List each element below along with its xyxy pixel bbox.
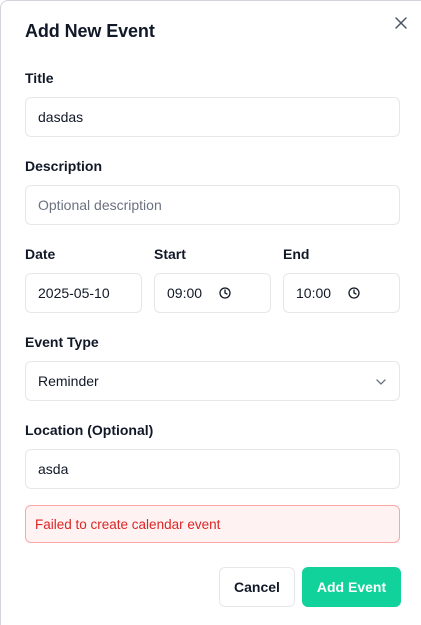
dialog-title: Add New Event — [25, 21, 155, 41]
description-label: Description — [25, 158, 103, 174]
event-type-label: Event Type — [25, 334, 99, 350]
clock-icon[interactable] — [348, 287, 360, 299]
location-label: Location (Optional) — [25, 422, 154, 438]
location-value: asda — [38, 461, 69, 477]
close-button[interactable] — [391, 13, 411, 33]
date-input[interactable]: 2025-05-10 — [25, 273, 142, 313]
add-event-dialog: Add New Event Title dasdas Description O… — [0, 0, 421, 625]
end-label: End — [283, 246, 310, 262]
description-placeholder: Optional description — [38, 197, 162, 213]
chevron-down-icon — [376, 379, 386, 385]
error-message: Failed to create calendar event — [35, 516, 221, 532]
start-time-input[interactable]: 09:00 — [154, 273, 271, 313]
date-label: Date — [25, 246, 56, 262]
event-type-value: Reminder — [38, 373, 99, 389]
add-event-button[interactable]: Add Event — [302, 567, 401, 607]
error-alert: Failed to create calendar event — [25, 505, 400, 543]
title-label: Title — [25, 70, 54, 86]
start-label: Start — [154, 246, 186, 262]
date-value: 2025-05-10 — [38, 285, 110, 301]
cancel-button[interactable]: Cancel — [219, 567, 295, 607]
title-value: dasdas — [38, 109, 84, 125]
end-time-value: 10:00 — [296, 285, 332, 301]
end-time-input[interactable]: 10:00 — [283, 273, 400, 313]
cancel-button-label: Cancel — [234, 579, 280, 595]
start-time-value: 09:00 — [167, 285, 203, 301]
clock-icon[interactable] — [219, 287, 231, 299]
location-input[interactable]: asda — [25, 449, 400, 489]
description-input[interactable]: Optional description — [25, 185, 400, 225]
event-type-select[interactable]: Reminder — [25, 361, 400, 401]
title-input[interactable]: dasdas — [25, 97, 400, 137]
close-icon — [395, 17, 407, 29]
add-event-button-label: Add Event — [316, 579, 387, 595]
